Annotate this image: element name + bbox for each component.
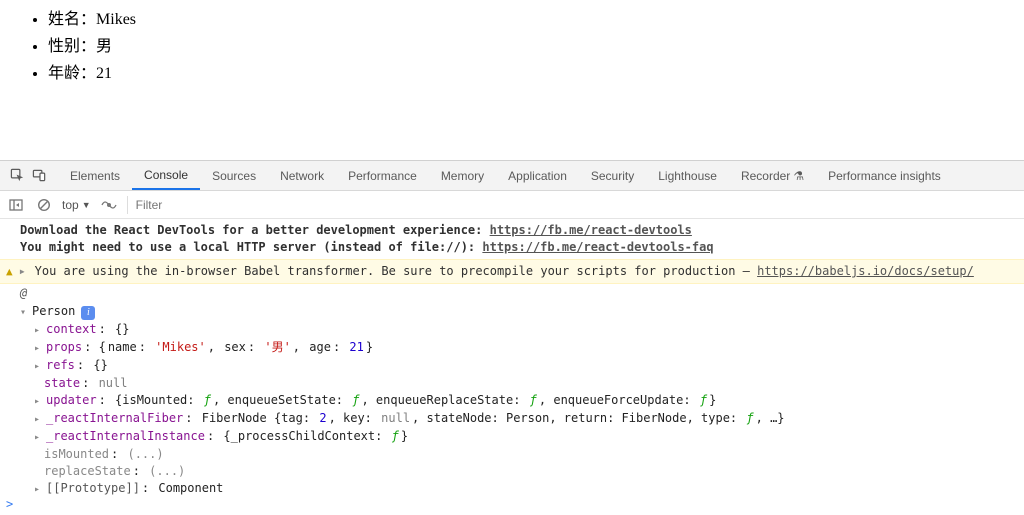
tree-row[interactable]: _reactInternalInstance: {_processChildCo… xyxy=(20,428,1016,446)
tree-row[interactable]: isMounted: (...) xyxy=(20,446,1016,463)
chevron-down-icon: ▼ xyxy=(82,200,91,210)
label: 性别 xyxy=(48,38,80,55)
tree-row[interactable]: _reactInternalFiber: FiberNode {tag: 2, … xyxy=(20,410,1016,428)
tree-row[interactable]: state: null xyxy=(20,375,1016,392)
value: 21 xyxy=(96,65,112,82)
console-output: Download the React DevTools for a better… xyxy=(0,219,1024,502)
tab-network[interactable]: Network xyxy=(268,161,336,190)
link[interactable]: https://fb.me/react-devtools-faq xyxy=(482,240,713,254)
warning-message: ▲ ▸ You are using the in-browser Babel t… xyxy=(0,259,1024,284)
object-head[interactable]: Personi xyxy=(20,303,1016,321)
live-expression-icon[interactable] xyxy=(99,195,119,215)
link[interactable]: https://fb.me/react-devtools xyxy=(490,223,692,237)
clear-console-icon[interactable] xyxy=(34,195,54,215)
context-selector[interactable]: top ▼ xyxy=(62,198,91,212)
tab-security[interactable]: Security xyxy=(579,161,646,190)
inspect-element-icon[interactable] xyxy=(6,165,28,187)
link[interactable]: https://babeljs.io/docs/setup/ xyxy=(757,264,974,278)
flask-icon: ⚗ xyxy=(793,169,804,183)
tab-sources[interactable]: Sources xyxy=(200,161,268,190)
log-message: Download the React DevTools for a better… xyxy=(0,219,1024,259)
tab-recorder[interactable]: Recorder ⚗ xyxy=(729,161,816,190)
object-tree: Personi context: {} props: {name: 'Mikes… xyxy=(0,303,1024,502)
console-prompt[interactable]: > xyxy=(6,497,13,511)
info-icon[interactable]: i xyxy=(81,306,95,320)
label: 姓名 xyxy=(48,11,80,28)
console-toolbar: top ▼ xyxy=(0,191,1024,219)
tab-elements[interactable]: Elements xyxy=(58,161,132,190)
page-content: 姓名：Mikes 性别：男 年龄：21 xyxy=(0,0,1024,98)
device-toolbar-icon[interactable] xyxy=(28,165,50,187)
tree-row[interactable]: refs: {} xyxy=(20,357,1016,375)
warning-icon: ▲ xyxy=(6,263,13,280)
tree-row[interactable]: [[Prototype]]: Component xyxy=(20,480,1016,498)
value: Mikes xyxy=(96,11,136,28)
tab-lighthouse[interactable]: Lighthouse xyxy=(646,161,729,190)
tree-row[interactable]: updater: {isMounted: ƒ, enqueueSetState:… xyxy=(20,392,1016,410)
list-item: 姓名：Mikes xyxy=(48,6,1008,33)
filter-input[interactable] xyxy=(127,196,347,214)
devtools-tabbar: Elements Console Sources Network Perform… xyxy=(0,161,1024,191)
list-item: 年龄：21 xyxy=(48,60,1008,87)
tab-console[interactable]: Console xyxy=(132,161,200,190)
tab-performance[interactable]: Performance xyxy=(336,161,429,190)
tab-memory[interactable]: Memory xyxy=(429,161,496,190)
tree-row[interactable]: replaceState: (...) xyxy=(20,463,1016,480)
value: 男 xyxy=(96,38,112,55)
expand-arrow[interactable]: ▸ xyxy=(19,263,29,280)
devtools-panel: Elements Console Sources Network Perform… xyxy=(0,160,1024,515)
log-at: @ xyxy=(0,284,1024,303)
tab-application[interactable]: Application xyxy=(496,161,579,190)
tab-performance-insights[interactable]: Performance insights xyxy=(816,161,953,190)
list-item: 性别：男 xyxy=(48,33,1008,60)
tree-row[interactable]: props: {name: 'Mikes', sex: '男', age: 21… xyxy=(20,339,1016,357)
sidebar-toggle-icon[interactable] xyxy=(6,195,26,215)
tree-row[interactable]: context: {} xyxy=(20,321,1016,339)
label: 年龄 xyxy=(48,65,80,82)
